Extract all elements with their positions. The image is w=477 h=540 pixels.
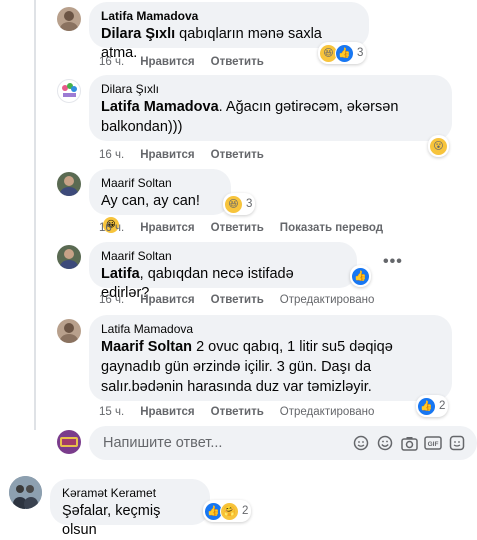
gif-icon[interactable]: GIF: [421, 433, 445, 453]
reaction-summary[interactable]: 😆 3: [223, 193, 256, 215]
comment-meta: 16 ч. Нравится Ответить: [99, 55, 264, 69]
svg-text:GIF: GIF: [428, 441, 439, 448]
like-reaction-icon: 👍: [335, 43, 354, 63]
comment-meta: 15 ч. Нравится Ответить Отредактировано: [99, 405, 374, 419]
reaction-summary[interactable]: 👍 🤗 2: [203, 500, 252, 522]
comment-author[interactable]: Latifa Mamadova: [101, 9, 357, 24]
comment-text-line: gaynadıb gün ərzində içilir. 3 gün. Daşı…: [101, 359, 372, 375]
comment-author[interactable]: Kəramət Keramet: [62, 486, 198, 501]
reaction-summary[interactable]: 👍 2: [416, 395, 449, 417]
reaction-summary[interactable]: 😮: [428, 135, 449, 157]
comment-text-line: salır.bədənin harasında duz var təmizləy…: [101, 379, 372, 395]
comment-body: 2 ovuc qabıq, 1 litir su5 dəqiqə: [192, 339, 393, 355]
current-user-avatar[interactable]: [57, 430, 81, 454]
comment-text: Latifa Mamadova. Ağacın gətirəcəm, əkərs…: [101, 98, 440, 117]
comment-author[interactable]: Dilara Şıxlı: [101, 82, 440, 97]
comment-meta: 16 ч. Нравится Ответить: [99, 148, 264, 162]
profile-photo: [60, 176, 78, 196]
avatar[interactable]: [57, 319, 81, 343]
reply-link[interactable]: Ответить: [211, 405, 264, 419]
comment-author[interactable]: Maarif Soltan: [101, 249, 345, 264]
mention[interactable]: Dilara Şıxlı: [101, 26, 175, 42]
comment-bubble: Maarif Soltan Latifa, qabıqdan necə isti…: [89, 242, 357, 301]
reaction-count: 2: [439, 400, 446, 412]
avatar[interactable]: [57, 172, 81, 196]
comment-bubble: Maarif Soltan Ay can, ay can! 😀: [89, 169, 231, 233]
comment-text: Şəfalar, keçmiş olsun: [62, 503, 161, 538]
like-link[interactable]: Нравится: [140, 405, 194, 419]
care-reaction-icon: 🤗: [220, 501, 239, 521]
avatar[interactable]: [57, 245, 81, 269]
comment-meta: 16 ч. Нравится Ответить Отредактировано: [99, 293, 374, 307]
reply-link[interactable]: Ответить: [211, 55, 264, 69]
sticker-icon[interactable]: [349, 433, 373, 453]
haha-reaction-icon: 😆: [224, 194, 243, 214]
comment-author[interactable]: Maarif Soltan: [101, 176, 219, 191]
timestamp[interactable]: 16 ч.: [99, 148, 124, 162]
reaction-summary[interactable]: 😆 👍 3: [318, 42, 367, 64]
profile-photo: [60, 11, 78, 31]
profile-photo: [62, 83, 77, 97]
profile-photo: [60, 249, 78, 269]
avatar-sticker-icon[interactable]: [445, 433, 469, 453]
comment-text: Maarif Soltan 2 ovuc qabıq, 1 litir su5 …: [101, 338, 440, 357]
profile-photo: [60, 323, 78, 343]
comment-bubble: Dilara Şıxlı Latifa Mamadova. Ağacın gət…: [89, 75, 452, 141]
wow-reaction-icon: 😮: [429, 136, 448, 156]
comment-bubble: Latifa Mamadova Maarif Soltan 2 ovuc qab…: [89, 315, 452, 401]
comment-author[interactable]: Latifa Mamadova: [101, 322, 440, 337]
timestamp[interactable]: 16 ч.: [99, 293, 124, 307]
reply-composer: GIF: [89, 426, 477, 460]
avatar[interactable]: [57, 7, 81, 31]
timestamp[interactable]: 15 ч.: [99, 405, 124, 419]
reply-input[interactable]: [101, 434, 349, 452]
edited-label: Отредактировано: [279, 406, 375, 418]
avatar[interactable]: [57, 79, 81, 103]
like-link[interactable]: Нравится: [140, 148, 194, 162]
timestamp[interactable]: 16 ч.: [99, 55, 124, 69]
reply-link[interactable]: Ответить: [211, 148, 264, 162]
comment-text-line: balkondan))): [101, 119, 183, 135]
emoji-icon[interactable]: [373, 433, 397, 453]
reply-link[interactable]: Ответить: [211, 221, 264, 235]
reply-link[interactable]: Ответить: [211, 293, 264, 307]
like-link[interactable]: Нравится: [140, 293, 194, 307]
comment-body: Ay can, ay can!: [101, 193, 200, 209]
reaction-count: 2: [242, 505, 249, 517]
comment-meta: 16 ч. Нравится Ответить Показать перевод: [99, 221, 383, 235]
like-link[interactable]: Нравится: [140, 55, 194, 69]
comment-body: . Ağacın gətirəcəm, əkərsən: [218, 99, 399, 115]
mention[interactable]: Latifa: [101, 266, 140, 282]
reaction-count: 3: [357, 47, 364, 59]
show-translation-link[interactable]: Показать перевод: [280, 221, 383, 235]
more-options-icon[interactable]: •••: [383, 253, 403, 271]
comment-bubble: Kəramət Keramet Şəfalar, keçmiş olsun: [50, 479, 210, 538]
profile-photo: [9, 476, 42, 509]
like-link[interactable]: Нравится: [140, 221, 194, 235]
like-reaction-icon: 👍: [351, 266, 370, 286]
mention[interactable]: Maarif Soltan: [101, 339, 192, 355]
thread-line: [34, 0, 36, 430]
profile-photo: [60, 437, 78, 447]
like-reaction-icon: 👍: [417, 396, 436, 416]
camera-icon[interactable]: [397, 433, 421, 453]
avatar[interactable]: [9, 476, 42, 509]
mention[interactable]: Latifa Mamadova: [101, 99, 219, 115]
edited-label: Отредактировано: [279, 294, 375, 306]
reaction-summary[interactable]: 👍: [350, 265, 371, 287]
timestamp[interactable]: 16 ч.: [99, 221, 124, 235]
reaction-count: 3: [246, 198, 253, 210]
